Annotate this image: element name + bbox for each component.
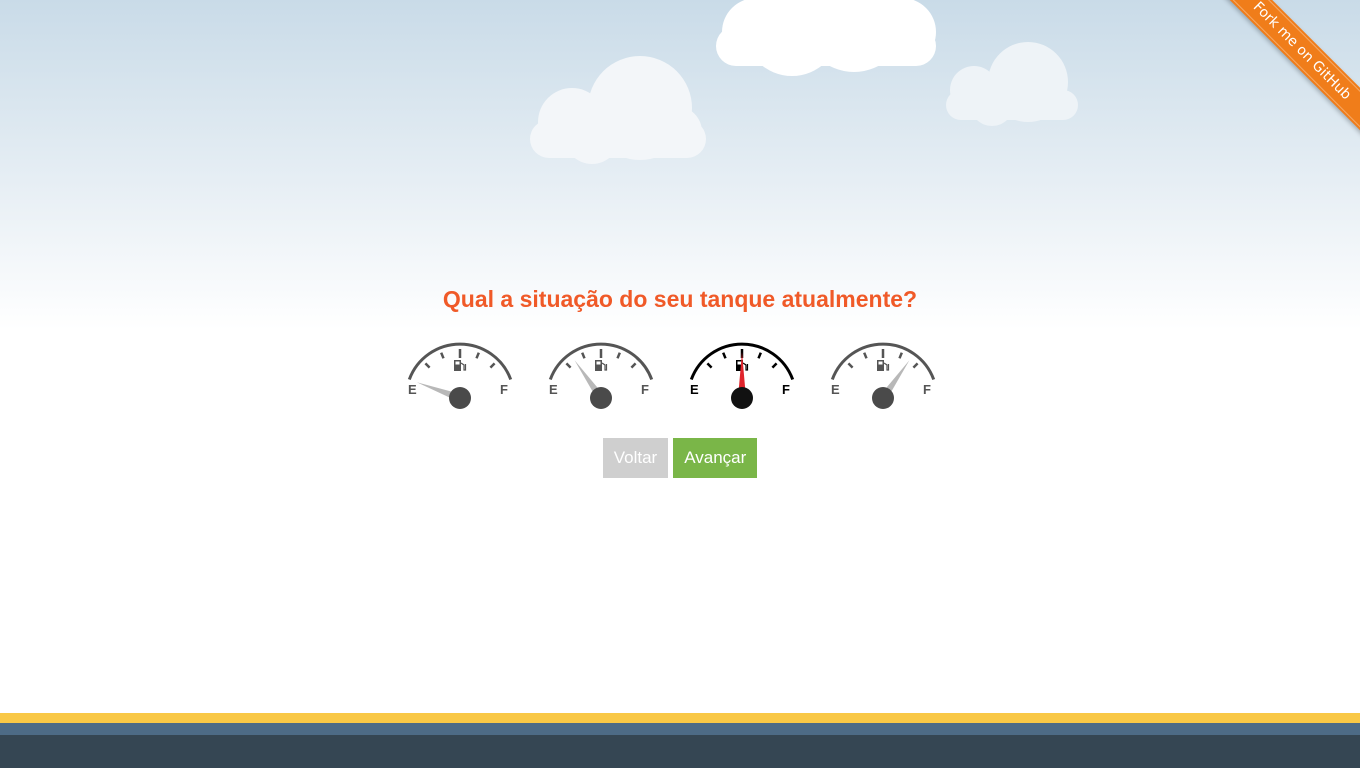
fuel-pump-icon [595,360,608,371]
page: Fork me on GitHub Qual a situação do seu… [0,0,1360,768]
gauge-tick [706,362,713,369]
cloud-small [946,42,1078,126]
gauge-tick [898,352,903,359]
fuel-gauge-options: EFEFEFEF [400,336,960,416]
fuel-gauge-icon: EF [830,342,936,409]
gauge-tick [489,362,496,369]
gauge-hub [449,387,471,409]
gauge-tick [757,352,762,359]
fuel-pump-icon [877,360,890,371]
back-button[interactable]: Voltar [602,438,669,478]
fuel-gauge-icon: EF [689,342,795,409]
gauge-empty-label: E [831,382,840,397]
next-button[interactable]: Avançar [673,438,758,478]
fuel-gauge-option-3[interactable]: EF [682,336,802,416]
gauge-empty-label: E [549,382,558,397]
gauge-tick [847,362,854,369]
cloud-large [716,0,936,76]
fuel-gauge-option-4[interactable]: EF [823,336,943,416]
fork-me-ribbon-link[interactable]: Fork me on GitHub [1213,0,1360,140]
gauge-tick [424,362,431,369]
cloud-medium [530,56,706,164]
gauge-tick [475,352,480,359]
fuel-gauge-option-1[interactable]: EF [400,336,520,416]
fuel-gauge-icon: EF [548,342,654,409]
gauge-empty-label: E [408,382,417,397]
footer-stripe-blue [0,723,1360,735]
fuel-pump-icon [454,360,467,371]
gauge-hub [731,387,753,409]
gauge-empty-label: E [690,382,699,397]
gauge-hub [872,387,894,409]
gauge-tick [722,352,727,359]
gauge-tick [565,362,572,369]
nav-buttons: Voltar Avançar [0,438,1360,478]
gauge-full-label: F [641,382,649,397]
footer-stripe-yellow [0,713,1360,723]
gauge-tick [771,362,778,369]
gauge-tick [616,352,621,359]
fork-ribbon-container: Fork me on GitHub [1210,0,1360,150]
gauge-tick [630,362,637,369]
fuel-gauge-option-2[interactable]: EF [541,336,661,416]
footer-bar [0,735,1360,768]
fuel-gauge-icon: EF [407,342,513,409]
gauge-hub [590,387,612,409]
question-title: Qual a situação do seu tanque atualmente… [442,286,918,312]
gauge-full-label: F [923,382,931,397]
gauge-full-label: F [782,382,790,397]
gauge-tick [581,352,586,359]
gauge-full-label: F [500,382,508,397]
gauge-tick [440,352,445,359]
gauge-tick [863,352,868,359]
gauge-tick [912,362,919,369]
